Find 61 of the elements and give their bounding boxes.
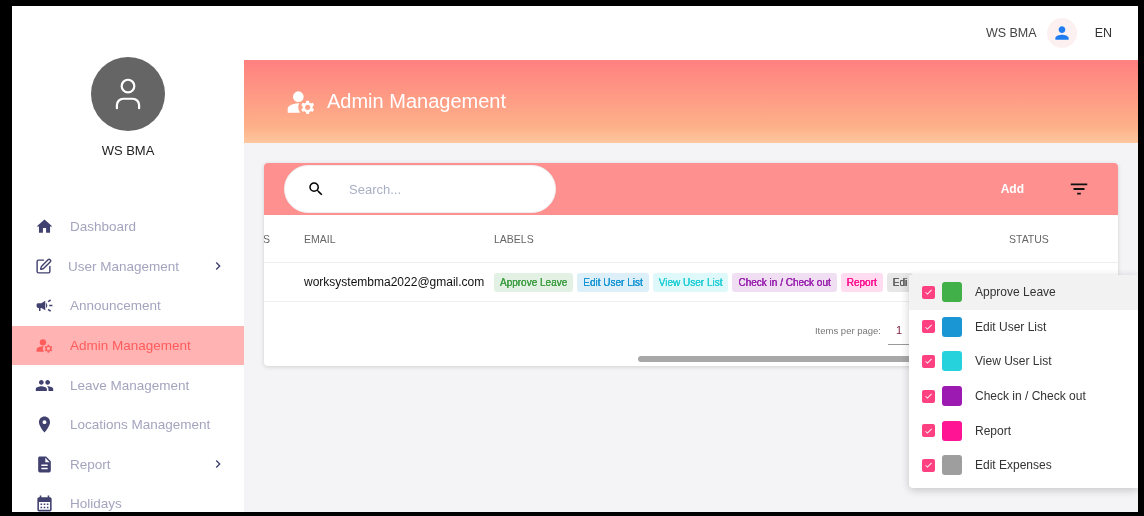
sidebar-item-label: Leave Management xyxy=(70,377,191,393)
label-menu-item[interactable]: Approve Leave xyxy=(909,275,1138,310)
user-gear-icon xyxy=(35,336,54,356)
search-icon xyxy=(307,180,325,198)
checkbox[interactable] xyxy=(922,320,935,334)
label-menu-text: View User List xyxy=(975,354,1052,369)
sidebar-item[interactable]: Announcement xyxy=(12,286,244,326)
checkbox[interactable] xyxy=(922,458,935,472)
checkbox[interactable] xyxy=(922,355,935,368)
label-menu-item[interactable]: Check in / Check out xyxy=(909,378,1138,414)
language-button[interactable]: EN xyxy=(1094,26,1112,40)
label-tag: Check in / Check out xyxy=(732,272,837,292)
sidebar-item-label: Holidays xyxy=(70,496,123,512)
label-tag: View User List xyxy=(652,272,729,292)
check-icon xyxy=(924,460,933,471)
sidebar-item-label: Admin Management xyxy=(70,338,192,354)
sidebar-item[interactable]: Dashboard xyxy=(12,207,244,247)
column-header: STATUS xyxy=(1009,232,1050,245)
sidebar-item-label: Locations Management xyxy=(70,417,212,433)
label-menu-item[interactable]: Edit User List xyxy=(909,309,1138,345)
label-tag: Edit User List xyxy=(577,272,649,292)
label-menu-text: Approve Leave xyxy=(975,285,1056,300)
label-tag: Approve Leave xyxy=(494,272,574,292)
user-name: WS BMA xyxy=(985,26,1037,40)
sidebar-item[interactable]: User Management xyxy=(12,246,244,287)
edit-icon xyxy=(35,257,52,275)
label-menu-text: Edit User List xyxy=(975,319,1047,334)
profile-name: WS BMA xyxy=(101,143,155,158)
sidebar-item[interactable]: Holidays xyxy=(12,484,244,512)
sidebar-item-label: Announcement xyxy=(70,298,162,314)
checkbox[interactable] xyxy=(922,389,935,403)
items-per-page-label: Items per page: xyxy=(815,325,881,338)
label-menu-item[interactable]: Report xyxy=(909,413,1138,448)
label-menu-item[interactable]: View User List xyxy=(909,344,1138,379)
label-menu-item[interactable]: Edit Expenses xyxy=(909,447,1138,483)
page-title: Admin Management xyxy=(327,90,506,113)
sidebar-item[interactable]: Report xyxy=(12,444,244,485)
column-header: EMAIL xyxy=(304,232,337,245)
check-icon xyxy=(924,287,933,298)
add-button[interactable]: Add xyxy=(996,178,1028,200)
sidebar-item[interactable]: Admin Management xyxy=(12,325,244,366)
sidebar-item-label: User Management xyxy=(68,258,181,274)
sidebar-item[interactable]: Locations Management xyxy=(12,404,244,445)
sidebar-item-label: Dashboard xyxy=(70,219,138,235)
label-menu-text: Check in / Check out xyxy=(975,389,1086,404)
checkbox[interactable] xyxy=(922,285,935,299)
calendar-icon xyxy=(35,494,54,512)
column-header: S xyxy=(264,232,271,245)
check-icon xyxy=(924,356,933,367)
checkbox[interactable] xyxy=(922,424,935,438)
label-tag: Report xyxy=(840,272,883,292)
search-field[interactable]: Search... xyxy=(284,165,556,213)
document-icon xyxy=(35,454,54,474)
account-button[interactable] xyxy=(1046,18,1077,48)
sidebar-item[interactable]: Leave Management xyxy=(12,365,244,405)
email-cell-text: worksystembma2022@gmail.com xyxy=(304,275,486,289)
check-icon xyxy=(924,391,933,402)
label-menu-text: Edit Expenses xyxy=(975,458,1052,473)
label-menu-text: Report xyxy=(975,423,1012,438)
sidebar-item-label: Report xyxy=(70,456,112,472)
column-header: LABELS xyxy=(494,232,535,245)
